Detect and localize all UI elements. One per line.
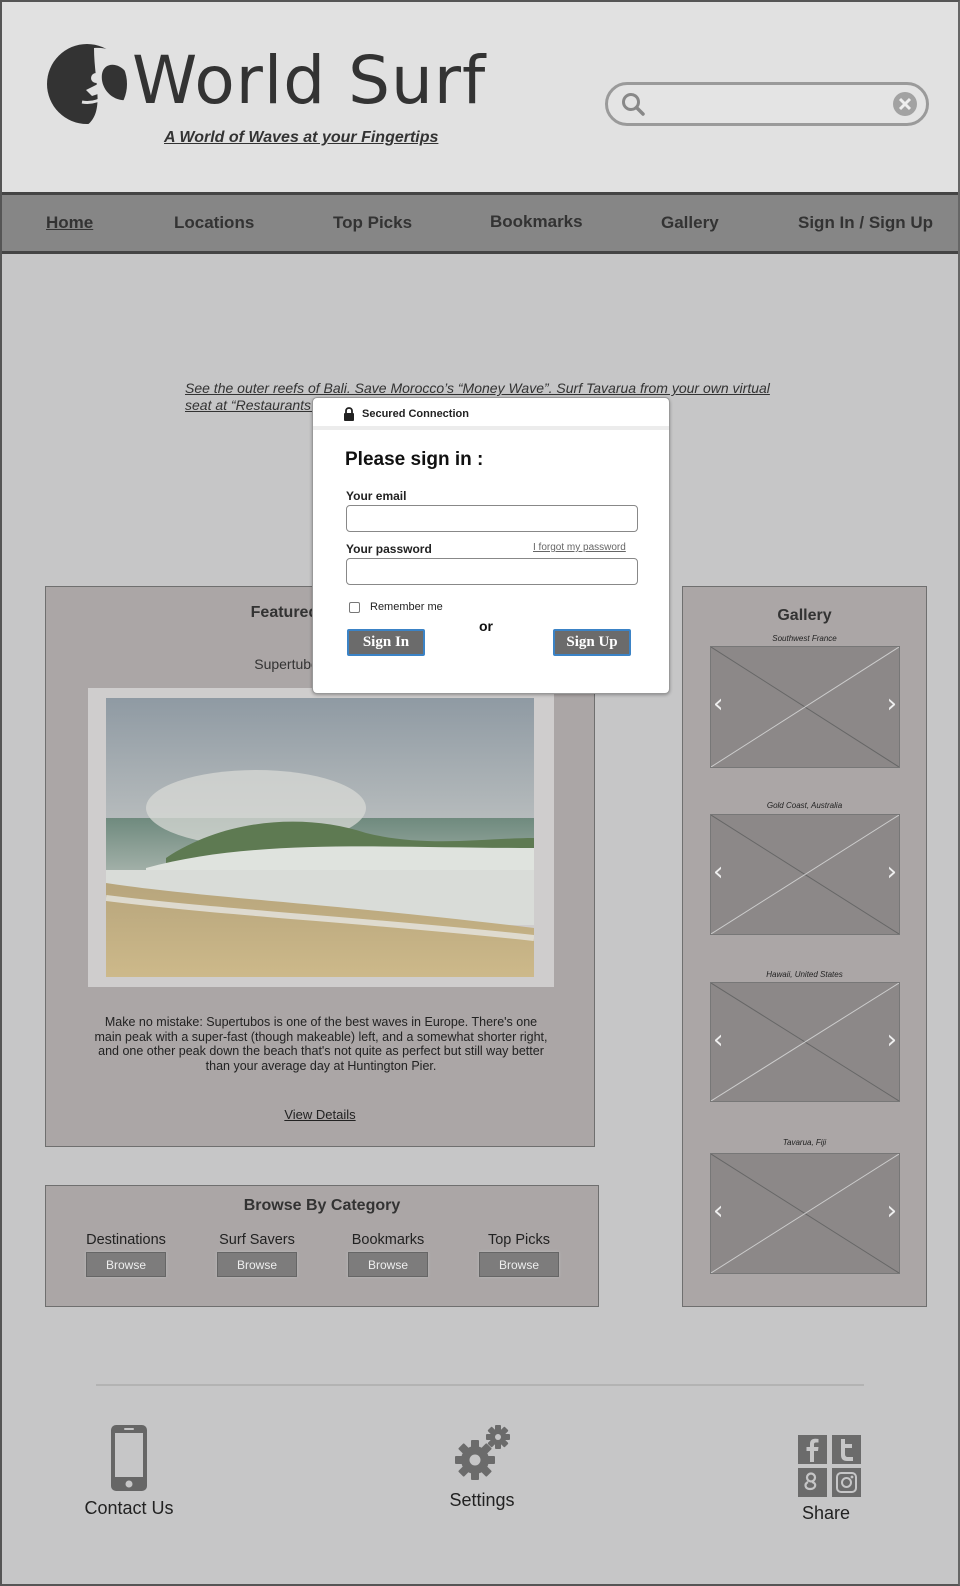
share-section: Share	[796, 1435, 861, 1524]
email-field[interactable]	[346, 505, 638, 532]
search-input[interactable]	[654, 91, 884, 117]
gallery-caption: Tavarua, Fiji	[782, 1138, 827, 1147]
sign-in-dialog: Secured Connection Please sign in : Your…	[312, 397, 670, 694]
gallery-caption: Hawaii, United States	[766, 970, 843, 979]
image-placeholder-icon	[711, 983, 899, 1101]
brand-title[interactable]: World Surf	[132, 48, 486, 114]
browse-by-category-panel: Browse By Category Destinations Browse S…	[45, 1185, 599, 1307]
browse-bookmarks-button[interactable]: Browse	[348, 1252, 428, 1277]
remember-me-label: Remember me	[370, 601, 443, 613]
sign-in-button[interactable]: Sign In	[347, 629, 425, 656]
instagram-icon[interactable]	[832, 1468, 861, 1497]
category-label: Bookmarks	[351, 1232, 425, 1248]
gallery-caption: Gold Coast, Australia	[766, 801, 843, 810]
logo-wave-icon[interactable]	[46, 42, 128, 126]
next-arrow-icon[interactable]: ›	[887, 1027, 897, 1053]
sign-up-button[interactable]: Sign Up	[553, 629, 631, 656]
remember-me[interactable]: Remember me	[349, 601, 443, 613]
category-surf-savers: Surf Savers Browse	[207, 1232, 307, 1277]
nav-gallery[interactable]: Gallery	[661, 213, 719, 233]
gallery-title: Gallery	[777, 607, 832, 624]
next-arrow-icon[interactable]: ›	[887, 691, 897, 717]
image-placeholder-icon	[711, 815, 899, 934]
browse-title: Browse By Category	[243, 1197, 401, 1214]
footer-divider	[96, 1384, 864, 1386]
featured-description: Make no mistake: Supertubos is one of th…	[94, 1015, 548, 1073]
nav-locations[interactable]: Locations	[174, 213, 254, 233]
gallery-panel: Gallery Southwest France ‹ › Gold Coast,…	[682, 586, 927, 1307]
phone-icon	[111, 1425, 147, 1491]
category-destinations: Destinations Browse	[76, 1232, 176, 1277]
nav-bookmarks[interactable]: Bookmarks	[490, 212, 583, 232]
email-label: Your email	[346, 489, 407, 503]
share-label: Share	[801, 1503, 851, 1523]
search-box[interactable]	[605, 82, 929, 126]
clear-icon[interactable]	[892, 91, 918, 117]
category-bookmarks: Bookmarks Browse	[338, 1232, 438, 1277]
gallery-slide[interactable]: ‹ ›	[710, 814, 900, 935]
featured-photo[interactable]	[106, 698, 534, 977]
featured-photo-frame	[88, 688, 554, 987]
gallery-slide[interactable]: ‹ ›	[710, 646, 900, 768]
contact-us-link[interactable]: Contact Us	[76, 1424, 182, 1519]
secured-connection-label: Secured Connection	[362, 408, 469, 420]
category-label: Surf Savers	[219, 1232, 295, 1248]
settings-label: Settings	[449, 1490, 515, 1510]
settings-link[interactable]: Settings	[436, 1424, 528, 1511]
forgot-password-link[interactable]: I forgot my password	[533, 542, 626, 553]
tagline: A World of Waves at your Fingertips	[164, 129, 439, 146]
prev-arrow-icon[interactable]: ‹	[713, 1198, 723, 1224]
password-label: Your password	[346, 542, 432, 556]
gallery-slide[interactable]: ‹ ›	[710, 1153, 900, 1274]
view-details-link[interactable]: View Details	[46, 1107, 594, 1122]
browse-surf-savers-button[interactable]: Browse	[217, 1252, 297, 1277]
prev-arrow-icon[interactable]: ‹	[713, 1027, 723, 1053]
category-top-picks: Top Picks Browse	[469, 1232, 569, 1277]
dialog-title: Please sign in :	[345, 449, 484, 470]
next-arrow-icon[interactable]: ›	[887, 859, 897, 885]
facebook-icon[interactable]	[798, 1435, 827, 1464]
browse-top-picks-button[interactable]: Browse	[479, 1252, 559, 1277]
or-separator: or	[479, 618, 493, 634]
main-nav: Home Locations Top Picks Bookmarks Galle…	[0, 192, 960, 254]
search-icon[interactable]	[620, 91, 646, 117]
password-field[interactable]	[346, 558, 638, 585]
category-label: Top Picks	[487, 1232, 551, 1248]
nav-sign-in[interactable]: Sign In / Sign Up	[798, 213, 933, 233]
image-placeholder-icon	[711, 1154, 899, 1273]
nav-home[interactable]: Home	[46, 213, 93, 233]
remember-me-checkbox[interactable]	[349, 601, 360, 613]
nav-top-picks[interactable]: Top Picks	[333, 213, 412, 233]
site-header: World Surf A World of Waves at your Fing…	[2, 2, 958, 192]
browse-destinations-button[interactable]: Browse	[86, 1252, 166, 1277]
gallery-caption: Southwest France	[772, 634, 837, 643]
twitter-icon[interactable]	[832, 1435, 861, 1464]
lock-icon	[344, 407, 354, 421]
prev-arrow-icon[interactable]: ‹	[713, 691, 723, 717]
image-placeholder-icon	[711, 647, 899, 767]
next-arrow-icon[interactable]: ›	[887, 1198, 897, 1224]
contact-us-label: Contact Us	[84, 1498, 174, 1518]
category-label: Destinations	[86, 1232, 166, 1248]
prev-arrow-icon[interactable]: ‹	[713, 859, 723, 885]
dialog-header: Secured Connection	[313, 398, 669, 430]
gears-icon	[455, 1425, 510, 1480]
gallery-slide[interactable]: ‹ ›	[710, 982, 900, 1102]
google-plus-icon[interactable]	[798, 1468, 827, 1497]
